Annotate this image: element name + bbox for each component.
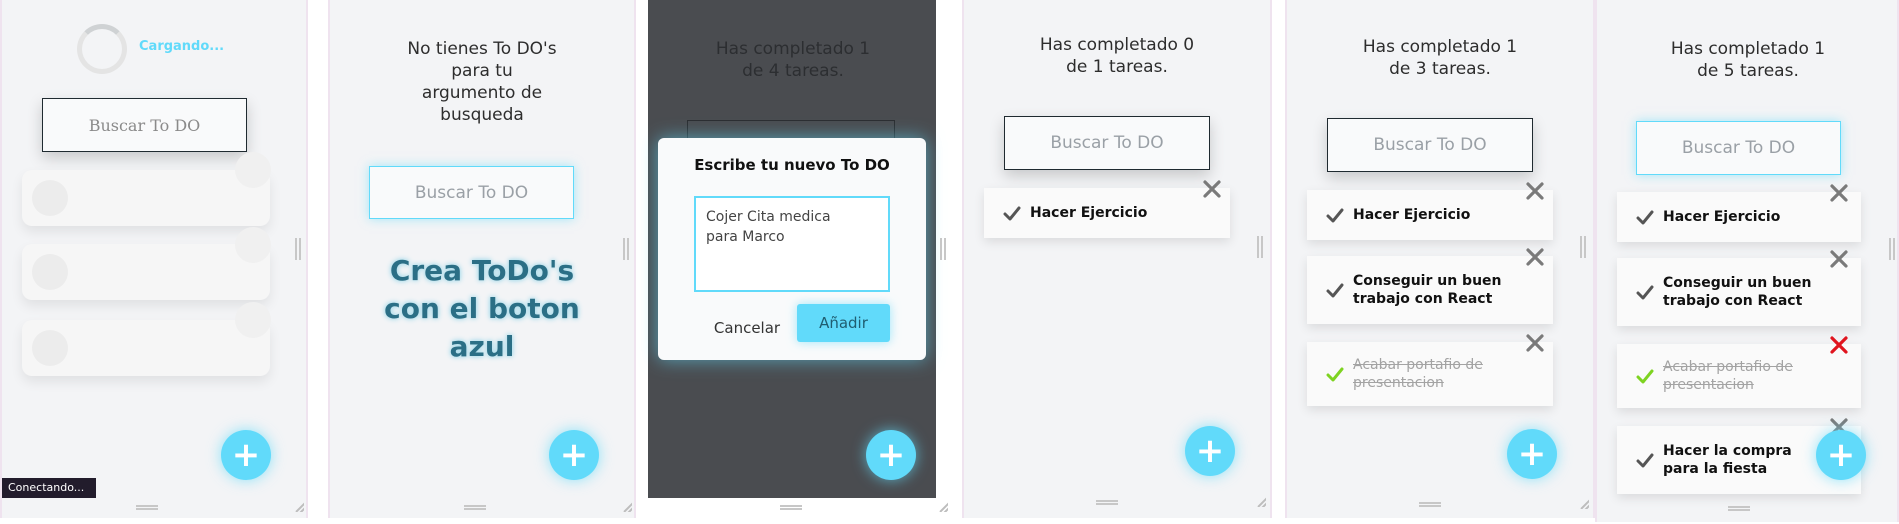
resize-corner-icon[interactable] xyxy=(1256,497,1266,507)
add-todo-button[interactable]: + xyxy=(1507,429,1557,479)
resize-corner-icon[interactable] xyxy=(622,502,632,512)
plus-icon: + xyxy=(559,435,589,475)
progress-title: Has completado 1 de 3 tareas. xyxy=(1362,37,1518,79)
plus-icon: + xyxy=(1517,434,1547,474)
resize-corner-icon[interactable] xyxy=(938,502,948,512)
todo-text: Conseguir un buen trabajo con React xyxy=(1663,275,1812,309)
todo-text: Hacer Ejercicio xyxy=(1663,209,1781,225)
search-input[interactable]: Buscar To DO xyxy=(1004,116,1210,170)
skeleton-avatar xyxy=(32,330,68,366)
resize-handle-horizontal[interactable] xyxy=(464,505,486,510)
resize-handle-vertical[interactable] xyxy=(1257,236,1263,258)
plus-icon: + xyxy=(1195,431,1225,471)
resize-handle-horizontal[interactable] xyxy=(136,505,158,510)
search-placeholder: Buscar To DO xyxy=(1373,135,1487,155)
dialog-heading: Escribe tu nuevo To DO xyxy=(694,156,890,174)
progress-title: Has completado 0 de 1 tareas. xyxy=(1039,35,1195,77)
search-placeholder: Buscar To DO xyxy=(414,182,529,203)
loading-spinner xyxy=(77,24,127,74)
skeleton-avatar xyxy=(32,180,68,216)
todo-item: Acabar portafio de presentacion xyxy=(1617,344,1861,408)
delete-icon[interactable] xyxy=(1524,246,1546,268)
todo-text: Hacer la compra para la fiesta xyxy=(1663,443,1792,477)
add-button[interactable]: Añadir xyxy=(797,304,890,342)
plus-icon: + xyxy=(231,435,261,475)
create-hint: Crea ToDo's con el boton azul xyxy=(384,254,580,363)
add-todo-button[interactable]: + xyxy=(1185,426,1235,476)
delete-icon[interactable] xyxy=(1201,178,1223,200)
app-frame-loading: Cargando... Buscar To DO + Conectando... xyxy=(0,0,308,518)
add-todo-button[interactable]: + xyxy=(221,430,271,480)
delete-icon[interactable] xyxy=(1828,248,1850,270)
textarea-value: Cojer Cita medica para Marco xyxy=(706,209,831,245)
add-todo-button[interactable]: + xyxy=(1816,430,1866,480)
resize-handle-horizontal[interactable] xyxy=(780,505,802,510)
skeleton-dot xyxy=(235,152,271,188)
plus-icon: + xyxy=(1826,435,1856,475)
search-placeholder: Buscar To DO xyxy=(1050,133,1164,153)
skeleton-dot xyxy=(235,227,271,263)
new-todo-textarea[interactable]: Cojer Cita medica para Marco xyxy=(694,196,890,292)
todo-item: Hacer Ejercicio xyxy=(984,188,1230,238)
cancel-button[interactable]: Cancelar xyxy=(704,310,790,346)
delete-icon[interactable] xyxy=(1828,334,1850,356)
check-done-icon[interactable] xyxy=(1325,364,1345,384)
search-placeholder: Buscar To DO xyxy=(1681,138,1796,158)
resize-corner-icon[interactable] xyxy=(1579,499,1589,509)
app-frame-list-3: Has completado 1 de 3 tareas. Buscar To … xyxy=(1285,0,1595,518)
plus-icon: + xyxy=(876,435,906,475)
search-input[interactable]: Buscar To DO xyxy=(1327,118,1533,172)
search-input[interactable]: Buscar To DO xyxy=(1636,121,1841,175)
resize-handle-vertical[interactable] xyxy=(295,238,301,260)
todo-item: Acabar portafio de presentacion xyxy=(1307,342,1553,406)
app-frame-modal: Has completado 1 de 4 tareas. Escribe tu… xyxy=(648,0,946,518)
todo-text: Acabar portafio de presentacion xyxy=(1353,357,1483,391)
search-input[interactable]: Buscar To DO xyxy=(369,166,574,219)
delete-icon[interactable] xyxy=(1524,180,1546,202)
todo-text: Acabar portafio de presentacion xyxy=(1663,359,1793,393)
todo-text: Conseguir un buen trabajo con React xyxy=(1353,273,1502,307)
check-icon[interactable] xyxy=(1325,205,1345,225)
resize-handle-horizontal[interactable] xyxy=(1419,502,1441,507)
check-icon[interactable] xyxy=(1002,203,1022,223)
check-done-icon[interactable] xyxy=(1635,366,1655,386)
app-frame-empty: No tienes To DO's para tu argumento de b… xyxy=(328,0,636,518)
loading-label: Cargando... xyxy=(139,39,225,54)
progress-title: Has completado 1 de 5 tareas. xyxy=(1670,39,1826,81)
resize-handle-vertical[interactable] xyxy=(1889,238,1895,260)
todo-text: Hacer Ejercicio xyxy=(1030,205,1148,221)
todo-item: Conseguir un buen trabajo con React xyxy=(1307,256,1553,324)
skeleton-dot xyxy=(235,302,271,338)
status-tooltip: Conectando... xyxy=(2,478,96,498)
resize-corner-icon[interactable] xyxy=(294,502,304,512)
todo-item: Hacer Ejercicio xyxy=(1617,192,1861,242)
resize-handle-vertical[interactable] xyxy=(940,238,946,260)
check-icon[interactable] xyxy=(1635,450,1655,470)
progress-title: Has completado 1 de 4 tareas. xyxy=(715,39,871,81)
skeleton-avatar xyxy=(32,254,68,290)
todo-item: Conseguir un buen trabajo con React xyxy=(1617,258,1861,326)
search-input[interactable]: Buscar To DO xyxy=(42,98,247,152)
search-placeholder: Buscar To DO xyxy=(88,115,201,135)
empty-search-title: No tienes To DO's para tu argumento de b… xyxy=(407,39,557,125)
add-todo-button[interactable]: + xyxy=(549,430,599,480)
app-frame-list-1: Has completado 0 de 1 tareas. Buscar To … xyxy=(962,0,1272,518)
resize-handle-vertical[interactable] xyxy=(1580,236,1586,258)
app-frame-list-5: Has completado 1 de 5 tareas. Buscar To … xyxy=(1595,0,1899,522)
check-icon[interactable] xyxy=(1325,280,1345,300)
check-icon[interactable] xyxy=(1635,282,1655,302)
check-icon[interactable] xyxy=(1635,207,1655,227)
todo-text: Hacer Ejercicio xyxy=(1353,207,1471,223)
resize-handle-horizontal[interactable] xyxy=(1728,506,1750,511)
delete-icon[interactable] xyxy=(1524,332,1546,354)
resize-handle-horizontal[interactable] xyxy=(1096,500,1118,505)
resize-handle-vertical[interactable] xyxy=(623,238,629,260)
delete-icon[interactable] xyxy=(1828,182,1850,204)
todo-item: Hacer Ejercicio xyxy=(1307,190,1553,240)
new-todo-dialog: Escribe tu nuevo To DO Cojer Cita medica… xyxy=(658,138,926,360)
add-todo-button[interactable]: + xyxy=(866,430,916,480)
